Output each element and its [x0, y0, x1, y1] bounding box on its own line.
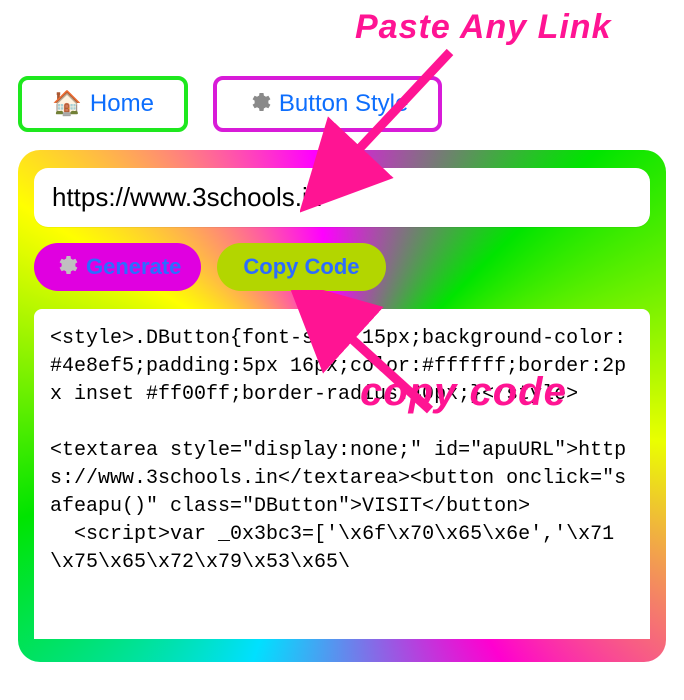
generator-panel: Generate Copy Code — [18, 150, 666, 662]
action-row: Generate Copy Code — [34, 243, 650, 291]
callout-paste-link: Paste Any Link — [355, 8, 611, 47]
copy-label: Copy Code — [243, 254, 359, 280]
generate-label: Generate — [86, 254, 181, 280]
home-button[interactable]: 🏠 Home — [18, 76, 188, 132]
copy-code-button[interactable]: Copy Code — [217, 243, 385, 291]
home-icon: 🏠 — [52, 92, 82, 116]
style-button-label: Button Style — [279, 90, 408, 118]
code-output[interactable] — [34, 309, 650, 639]
top-nav: 🏠 Home Button Style — [18, 76, 666, 132]
gear-icon — [247, 90, 271, 118]
gear-icon — [54, 253, 78, 281]
generate-button[interactable]: Generate — [34, 243, 201, 291]
button-style-button[interactable]: Button Style — [213, 76, 442, 132]
home-button-label: Home — [90, 90, 154, 118]
url-input[interactable] — [34, 168, 650, 227]
